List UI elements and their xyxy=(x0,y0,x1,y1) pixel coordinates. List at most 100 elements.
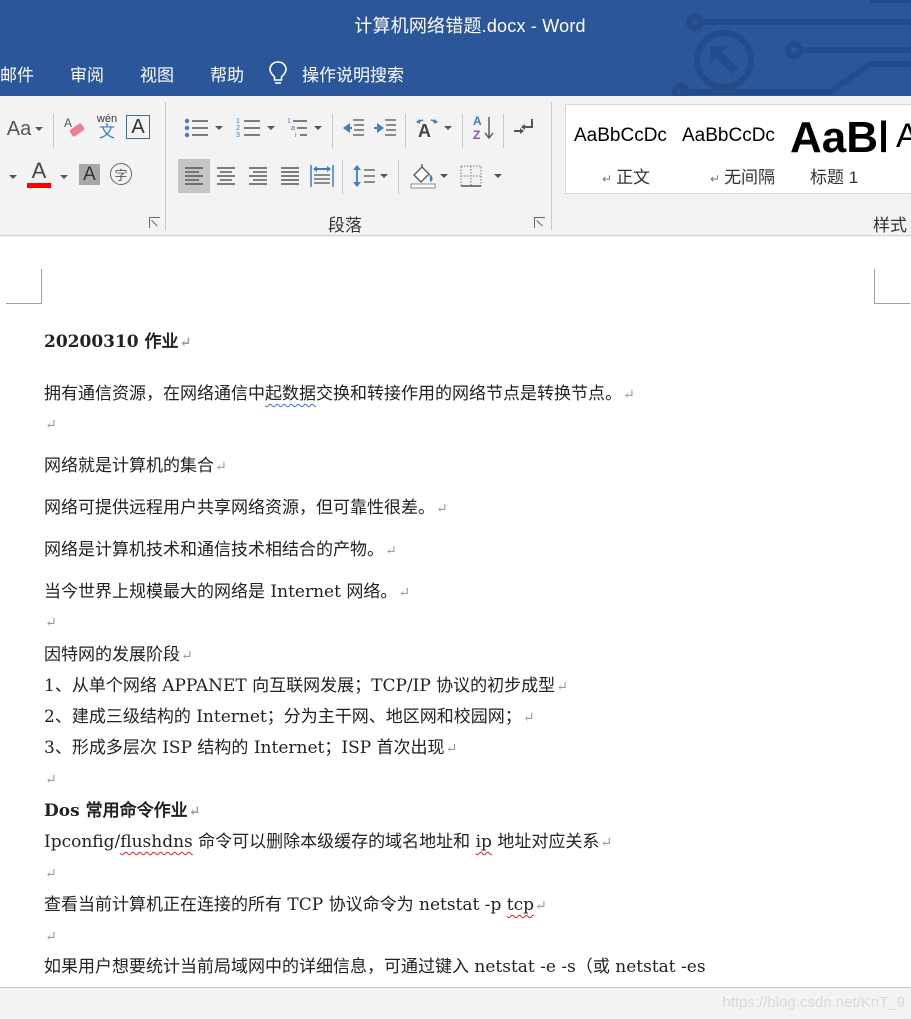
doc-empty-paragraph: ↵ xyxy=(45,615,57,631)
distributed-button[interactable] xyxy=(306,159,338,193)
ribbon-tabs: 邮件 审阅 视图 帮助 操作说明搜索 xyxy=(0,60,404,86)
doc-paragraph: 查看当前计算机正在连接的所有 TCP 协议命令为 netstat -p tcp↵ xyxy=(44,895,547,915)
style-heading-1[interactable]: AaBl 标题 1 xyxy=(790,105,886,195)
style-name: ↵ 正文 xyxy=(602,168,651,187)
doc-empty-paragraph: ↵ xyxy=(45,772,57,788)
phonetic-guide-char: 文 xyxy=(98,123,115,141)
align-right-icon xyxy=(249,167,267,185)
tab-mailings[interactable]: 邮件 xyxy=(0,61,52,86)
ribbon: Aa A wén 文 A A A 字 123 1 a i A A Z 段落 Aa… xyxy=(0,96,911,236)
tab-help[interactable]: 帮助 xyxy=(192,61,262,86)
spelling-flag: ip xyxy=(475,832,492,852)
align-center-icon xyxy=(217,167,235,185)
separator xyxy=(332,114,333,148)
paragraph-mark-icon xyxy=(514,119,533,134)
line-spacing-button[interactable] xyxy=(348,159,392,193)
text-direction-button[interactable]: A xyxy=(412,114,454,142)
shading-button[interactable] xyxy=(406,159,452,193)
multilevel-list-button[interactable]: 1ai xyxy=(284,114,324,142)
chevron-down-icon xyxy=(267,126,275,130)
status-bar: https://blog.csdn.net/KnT_9 xyxy=(0,987,911,1019)
text-direction-icon: A xyxy=(416,119,438,139)
style-sample: AaBbCcDc xyxy=(682,125,775,146)
font-dialog-launcher[interactable] xyxy=(149,217,160,228)
chevron-down-icon xyxy=(314,126,322,130)
align-center-button[interactable] xyxy=(210,159,242,193)
tab-review[interactable]: 审阅 xyxy=(52,61,122,86)
justify-button[interactable] xyxy=(274,159,306,193)
svg-text:a: a xyxy=(291,125,295,132)
lightbulb-icon xyxy=(269,61,287,84)
style-name: ↵ 无间隔 xyxy=(710,168,776,187)
change-case-label: Aa xyxy=(6,117,32,140)
style-sample: AaBl xyxy=(790,113,886,162)
svg-text:Z: Z xyxy=(473,128,480,141)
show-hide-marks-button[interactable] xyxy=(510,114,538,142)
separator xyxy=(405,114,406,148)
separator xyxy=(551,102,552,230)
style-sample: AaBbCcDc xyxy=(574,125,667,146)
chevron-down-icon[interactable] xyxy=(60,175,68,179)
title-bar: 计算机网络错题.docx - Word 邮件 审阅 视图 帮助 操作说明搜索 xyxy=(0,0,911,96)
justify-icon xyxy=(281,167,299,185)
paragraph-group-label: 段落 xyxy=(328,216,362,235)
align-left-button[interactable] xyxy=(178,159,210,193)
tell-me-search[interactable]: 操作说明搜索 xyxy=(268,60,404,86)
character-border-label: A xyxy=(131,115,145,138)
separator xyxy=(503,114,504,148)
eraser-icon: A xyxy=(64,116,85,137)
phonetic-guide-button[interactable]: wén 文 xyxy=(94,112,120,142)
tab-view[interactable]: 视图 xyxy=(122,61,192,86)
font-color-label: A xyxy=(31,157,47,183)
paragraph-dialog-launcher[interactable] xyxy=(534,217,545,228)
document-page[interactable]: 20200310 作业↵ 拥有通信资源，在网络通信中起数据交换和转接作用的网络节… xyxy=(0,237,911,987)
svg-text:A: A xyxy=(473,114,482,128)
font-color-swatch xyxy=(27,182,51,188)
window-title: 计算机网络错题.docx - Word xyxy=(354,16,586,36)
change-case-button[interactable]: Aa xyxy=(4,116,46,142)
style-normal[interactable]: AaBbCcDc ↵ 正文 xyxy=(574,105,678,195)
enclose-characters-button[interactable]: 字 xyxy=(110,163,132,185)
doc-heading: Dos 常用命令作业↵ xyxy=(44,801,201,821)
chevron-down-icon xyxy=(444,126,452,130)
paint-bucket-icon xyxy=(410,164,436,189)
increase-indent-icon xyxy=(374,119,396,136)
separator xyxy=(398,160,399,194)
styles-gallery: AaBbCcDc ↵ 正文 AaBbCcDc ↵ 无间隔 AaBl 标题 1 A xyxy=(565,104,911,194)
tell-me-label: 操作说明搜索 xyxy=(302,65,404,85)
svg-text:1: 1 xyxy=(236,118,240,125)
line-spacing-icon xyxy=(353,165,375,187)
svg-text:2: 2 xyxy=(236,125,240,132)
numbering-button[interactable]: 123 xyxy=(232,114,278,142)
bullets-button[interactable] xyxy=(180,114,226,142)
character-shading-button[interactable]: A xyxy=(79,164,100,185)
doc-paragraph: 网络是计算机技术和通信技术相结合的产物。↵ xyxy=(44,540,397,560)
decrease-indent-icon xyxy=(343,119,364,136)
doc-paragraph: 因特网的发展阶段↵ xyxy=(44,645,193,665)
numbered-list-icon: 123 xyxy=(236,118,260,139)
font-color-button[interactable]: A xyxy=(26,157,52,188)
separator xyxy=(462,114,463,148)
style-no-spacing[interactable]: AaBbCcDc ↵ 无间隔 xyxy=(682,105,788,195)
svg-text:i: i xyxy=(295,132,297,139)
decrease-indent-button[interactable] xyxy=(340,114,366,142)
spelling-flag: tcp xyxy=(506,895,535,915)
sort-button[interactable]: A Z xyxy=(470,112,496,142)
align-right-button[interactable] xyxy=(242,159,274,193)
increase-indent-button[interactable] xyxy=(372,114,398,142)
character-shading-label: A xyxy=(83,163,96,185)
grammar-flag: 起数据 xyxy=(265,384,316,404)
style-sample: A xyxy=(896,117,911,155)
character-border-button[interactable]: A xyxy=(126,115,150,139)
doc-empty-paragraph: ↵ xyxy=(45,417,57,433)
doc-empty-paragraph: ↵ xyxy=(45,929,57,945)
margin-corner-mark xyxy=(874,269,910,304)
doc-list-item: 3、形成多层次 ISP 结构的 Internet；ISP 首次出现↵ xyxy=(44,738,458,758)
style-heading-2[interactable]: A xyxy=(896,105,911,195)
clear-formatting-button[interactable]: A xyxy=(62,114,88,142)
chevron-down-icon[interactable] xyxy=(9,175,17,179)
doc-paragraph: 网络可提供远程用户共享网络资源，但可靠性很差。↵ xyxy=(44,498,448,518)
chevron-down-icon xyxy=(440,174,448,178)
doc-list-item: 2、建成三级结构的 Internet；分为主干网、地区网和校园网；↵ xyxy=(44,707,535,727)
borders-button[interactable] xyxy=(458,159,504,193)
